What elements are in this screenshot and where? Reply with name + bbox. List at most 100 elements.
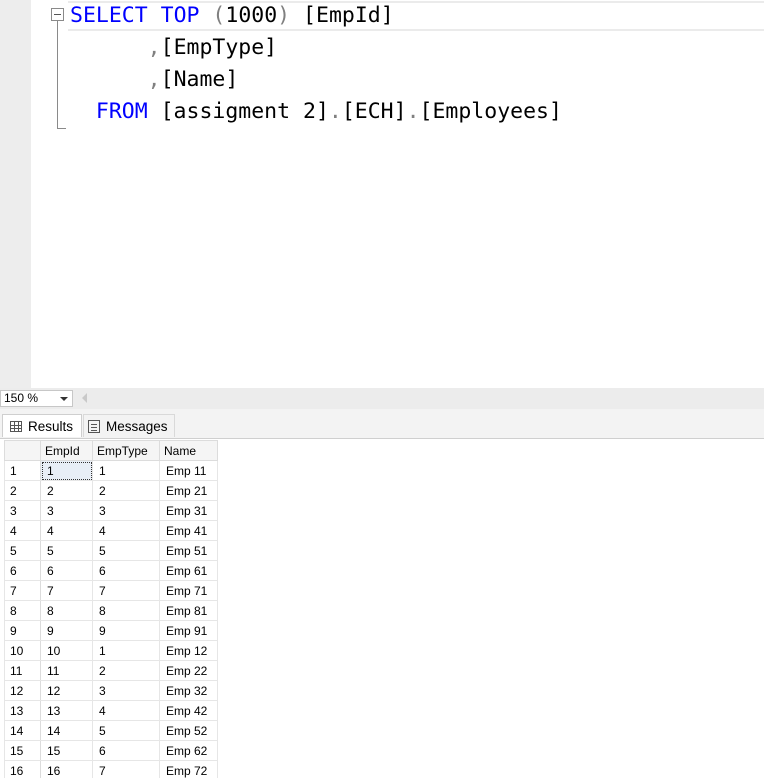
grid-cell[interactable]: 5: [93, 721, 160, 741]
row-number[interactable]: 14: [5, 721, 41, 741]
column-header[interactable]: EmpId: [41, 441, 93, 461]
grid-cell[interactable]: 10: [41, 641, 93, 661]
grid-cell[interactable]: 1: [41, 461, 93, 481]
grid-cell[interactable]: 7: [41, 581, 93, 601]
grid-cell[interactable]: Emp 91: [160, 621, 218, 641]
grid-cell[interactable]: 12: [41, 681, 93, 701]
table-row[interactable]: 10101Emp 12: [5, 641, 218, 661]
grid-cell[interactable]: 3: [93, 501, 160, 521]
grid-cell[interactable]: 2: [93, 661, 160, 681]
grid-cell[interactable]: Emp 72: [160, 761, 218, 778]
table-row[interactable]: 777Emp 71: [5, 581, 218, 601]
row-number[interactable]: 16: [5, 761, 41, 778]
table-row[interactable]: 16167Emp 72: [5, 761, 218, 778]
grid-cell[interactable]: 7: [93, 581, 160, 601]
row-number[interactable]: 2: [5, 481, 41, 501]
grid-cell[interactable]: 7: [93, 761, 160, 778]
grid-cell[interactable]: 6: [93, 561, 160, 581]
code-line[interactable]: ,[Name]: [70, 64, 238, 96]
outline-guide: [57, 21, 58, 129]
grid-cell[interactable]: Emp 22: [160, 661, 218, 681]
editor-status-strip: 150 %: [0, 388, 764, 409]
table-row[interactable]: 444Emp 41: [5, 521, 218, 541]
query-editor[interactable]: SELECT TOP (1000) [EmpId] ,[EmpType] ,[N…: [0, 0, 764, 388]
grid-cell[interactable]: 3: [93, 681, 160, 701]
code-line[interactable]: SELECT TOP (1000) [EmpId]: [70, 0, 394, 32]
code-line[interactable]: FROM [assigment 2].[ECH].[Employees]: [70, 96, 562, 128]
grid-cell[interactable]: 9: [93, 621, 160, 641]
grid-cell[interactable]: 8: [93, 601, 160, 621]
table-row[interactable]: 999Emp 91: [5, 621, 218, 641]
row-number[interactable]: 11: [5, 661, 41, 681]
row-number[interactable]: 12: [5, 681, 41, 701]
row-number[interactable]: 7: [5, 581, 41, 601]
table-row[interactable]: 555Emp 51: [5, 541, 218, 561]
grid-cell[interactable]: Emp 32: [160, 681, 218, 701]
grid-cell[interactable]: Emp 62: [160, 741, 218, 761]
row-number[interactable]: 6: [5, 561, 41, 581]
grid-cell[interactable]: 2: [93, 481, 160, 501]
grid-cell[interactable]: 15: [41, 741, 93, 761]
grid-cell[interactable]: 4: [93, 701, 160, 721]
grid-cell[interactable]: 1: [93, 641, 160, 661]
table-row[interactable]: 11112Emp 22: [5, 661, 218, 681]
grid-cell[interactable]: 13: [41, 701, 93, 721]
table-row[interactable]: 333Emp 31: [5, 501, 218, 521]
grid-cell[interactable]: 4: [41, 521, 93, 541]
grid-cell[interactable]: 9: [41, 621, 93, 641]
row-number[interactable]: 13: [5, 701, 41, 721]
row-number[interactable]: 15: [5, 741, 41, 761]
sql-punctuation: .: [407, 99, 420, 124]
grid-cell[interactable]: Emp 12: [160, 641, 218, 661]
tab-messages[interactable]: Messages: [83, 414, 175, 437]
column-header[interactable]: EmpType: [93, 441, 160, 461]
row-number[interactable]: 1: [5, 461, 41, 481]
grid-cell[interactable]: 5: [93, 541, 160, 561]
sql-text: 1000: [225, 3, 277, 28]
grid-cell[interactable]: Emp 52: [160, 721, 218, 741]
grid-cell[interactable]: 1: [93, 461, 160, 481]
grid-cell[interactable]: 2: [41, 481, 93, 501]
row-number[interactable]: 8: [5, 601, 41, 621]
grid-cell[interactable]: Emp 71: [160, 581, 218, 601]
grid-cell[interactable]: Emp 51: [160, 541, 218, 561]
row-number-header[interactable]: [5, 441, 41, 461]
grid-cell[interactable]: Emp 81: [160, 601, 218, 621]
table-row[interactable]: 14145Emp 52: [5, 721, 218, 741]
grid-cell[interactable]: 3: [41, 501, 93, 521]
grid-cell[interactable]: 6: [41, 561, 93, 581]
table-row[interactable]: 15156Emp 62: [5, 741, 218, 761]
row-number[interactable]: 3: [5, 501, 41, 521]
grid-cell[interactable]: Emp 11: [160, 461, 218, 481]
row-number[interactable]: 10: [5, 641, 41, 661]
grid-cell[interactable]: 4: [93, 521, 160, 541]
grid-cell[interactable]: 5: [41, 541, 93, 561]
row-number[interactable]: 5: [5, 541, 41, 561]
grid-cell[interactable]: Emp 61: [160, 561, 218, 581]
table-row[interactable]: 888Emp 81: [5, 601, 218, 621]
table-row[interactable]: 13134Emp 42: [5, 701, 218, 721]
grid-cell[interactable]: 6: [93, 741, 160, 761]
column-header[interactable]: Name: [160, 441, 218, 461]
collapse-icon[interactable]: [51, 8, 64, 21]
grid-cell[interactable]: 14: [41, 721, 93, 741]
grid-cell[interactable]: 16: [41, 761, 93, 778]
code-line[interactable]: ,[EmpType]: [70, 32, 277, 64]
grid-cell[interactable]: Emp 21: [160, 481, 218, 501]
zoom-dropdown[interactable]: 150 %: [0, 390, 73, 407]
table-row[interactable]: 111Emp 11: [5, 461, 218, 481]
grid-cell[interactable]: Emp 42: [160, 701, 218, 721]
tab-results[interactable]: Results: [2, 414, 82, 437]
scroll-left-icon[interactable]: [82, 393, 87, 403]
grid-cell[interactable]: Emp 31: [160, 501, 218, 521]
grid-cell[interactable]: 11: [41, 661, 93, 681]
row-number[interactable]: 4: [5, 521, 41, 541]
table-row[interactable]: 222Emp 21: [5, 481, 218, 501]
table-row[interactable]: 666Emp 61: [5, 561, 218, 581]
grid-cell[interactable]: Emp 41: [160, 521, 218, 541]
grid-cell[interactable]: 8: [41, 601, 93, 621]
table-row[interactable]: 12123Emp 32: [5, 681, 218, 701]
row-number[interactable]: 9: [5, 621, 41, 641]
sql-keyword: TOP: [161, 3, 200, 28]
zoom-value: 150 %: [4, 391, 38, 406]
